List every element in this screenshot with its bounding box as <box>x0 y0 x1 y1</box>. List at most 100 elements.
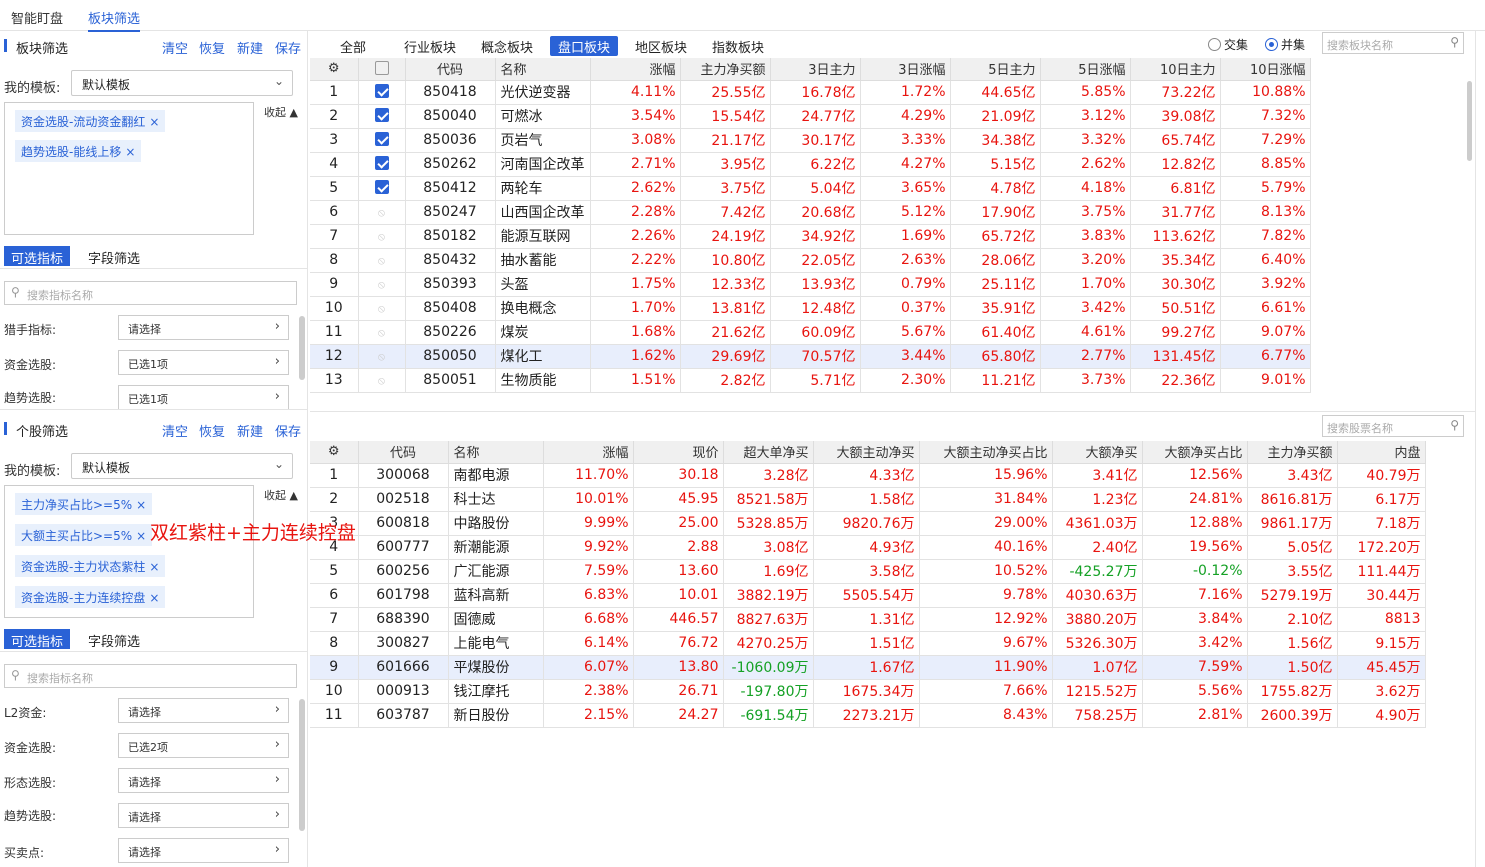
stock-tab-fields[interactable]: 字段筛选 <box>88 631 140 650</box>
table-row[interactable]: 11 603787 新日股份 2.15% 24.27 -691.54万 2273.21万 8.… <box>310 703 1426 728</box>
stock-restore-button[interactable]: 恢复 <box>199 421 225 440</box>
radio-union[interactable]: 并集 <box>1265 36 1305 53</box>
category-tab-concept[interactable]: 概念板块 <box>473 36 541 56</box>
stock-collapse-toggle[interactable]: 收起 ▲ <box>264 487 298 503</box>
block-template-select[interactable]: 默认模板 ⌄ <box>71 70 293 96</box>
table-row[interactable]: 1 850418 光伏逆变器 4.11% 25.55亿 16.78亿 1.72% 44.65亿… <box>310 80 1311 105</box>
col-header[interactable]: 大额主动净买占比 <box>919 441 1053 464</box>
block-tag-1[interactable]: 资金选股-流动资金翻红 × <box>15 110 166 132</box>
row-checkbox[interactable]: ⦸ <box>358 368 406 393</box>
stock-picker-trend[interactable]: 请选择 › <box>118 803 289 828</box>
category-tab-all[interactable]: 全部 <box>332 36 374 56</box>
table-row[interactable]: 4 600777 新潮能源 9.92% 2.88 3.08亿 4.93亿 40.16% 2.40… <box>310 535 1426 560</box>
block-collapse-toggle[interactable]: 收起 ▲ <box>264 104 298 120</box>
category-tab-industry[interactable]: 行业板块 <box>396 36 464 56</box>
table-row[interactable]: 8 300827 上能电气 6.14% 76.72 4270.25万 1.51亿 9.67% 5… <box>310 631 1426 656</box>
table-row[interactable]: 2 002518 科士达 10.01% 45.95 8521.58万 1.58亿 31.84%… <box>310 487 1426 512</box>
table-row[interactable]: 11 ⦸ 850226 煤炭 1.68% 21.62亿 60.09亿 5.67% 61.40亿 4… <box>310 320 1311 345</box>
block-clear-button[interactable]: 清空 <box>162 38 188 57</box>
col-header[interactable]: 大额主动净买 <box>813 441 920 464</box>
row-checkbox[interactable]: ⦸ <box>358 296 406 321</box>
table-row[interactable]: 6 601798 蓝科高新 6.83% 10.01 3882.19万 5505.54万 9.7… <box>310 583 1426 608</box>
table-row[interactable]: 5 850412 两轮车 2.62% 3.75亿 5.04亿 3.65% 4.78亿 4.18%… <box>310 176 1311 201</box>
settings-icon[interactable]: ⚙ <box>310 441 359 464</box>
col-header[interactable]: 主力净买额 <box>1247 441 1338 464</box>
close-icon[interactable]: × <box>149 591 159 605</box>
block-indicator-search-input[interactable]: ⚲ 搜索指标名称 <box>4 281 297 305</box>
table-row[interactable]: 9 601666 平煤股份 6.07% 13.80 -1060.09万 1.67亿 11.90… <box>310 655 1426 680</box>
row-checkbox[interactable]: ⦸ <box>358 272 406 297</box>
category-tab-board[interactable]: 盘口板块 <box>550 36 619 56</box>
stock-picker-buysell[interactable]: 请选择 › <box>118 838 289 863</box>
table-row[interactable]: 8 ⦸ 850432 抽水蓄能 2.22% 10.80亿 22.05亿 2.63% 28.06亿… <box>310 248 1311 273</box>
close-icon[interactable]: × <box>125 145 135 159</box>
col-header[interactable]: 代码 <box>405 58 496 81</box>
table-row[interactable]: 4 850262 河南国企改革 2.71% 3.95亿 6.22亿 4.27% 5.15亿 2.… <box>310 152 1311 177</box>
col-header[interactable]: 名称 <box>448 441 544 464</box>
col-header[interactable]: 代码 <box>358 441 449 464</box>
col-header[interactable]: 内盘 <box>1337 441 1426 464</box>
col-header[interactable]: 10日主力 <box>1130 58 1221 81</box>
stock-save-button[interactable]: 保存 <box>275 421 301 440</box>
close-icon[interactable]: × <box>149 115 159 129</box>
col-header[interactable]: 3日涨幅 <box>860 58 951 81</box>
select-all-checkbox[interactable] <box>358 58 406 81</box>
table-row[interactable]: 5 600256 广汇能源 7.59% 13.60 1.69亿 3.58亿 10.52% -42… <box>310 559 1426 584</box>
col-header[interactable]: 大额净买 <box>1052 441 1143 464</box>
block-table-scrollbar[interactable] <box>1467 81 1472 161</box>
row-checkbox[interactable]: ⦸ <box>358 200 406 225</box>
stock-tab-indicators[interactable]: 可选指标 <box>4 629 71 650</box>
close-icon[interactable]: × <box>136 529 146 543</box>
stock-picker-shape[interactable]: 请选择 › <box>118 768 289 793</box>
table-row[interactable]: 10 000913 钱江摩托 2.38% 26.71 -197.80万 1675.34万 7.… <box>310 679 1426 704</box>
category-tab-index[interactable]: 指数板块 <box>704 36 772 56</box>
col-header[interactable]: 5日主力 <box>950 58 1041 81</box>
stock-tag-3[interactable]: 资金选股-主力状态紫柱 × <box>15 555 166 577</box>
table-row[interactable]: 1 300068 南都电源 11.70% 30.18 3.28亿 4.33亿 15.96% 3.… <box>310 463 1426 488</box>
stock-indicator-scrollbar[interactable] <box>299 699 305 831</box>
table-row[interactable]: 13 ⦸ 850051 生物质能 1.51% 2.82亿 5.71亿 2.30% 11.21亿 3… <box>310 368 1311 393</box>
settings-icon[interactable]: ⚙ <box>310 58 359 81</box>
block-tab-indicators[interactable]: 可选指标 <box>4 246 71 267</box>
row-checkbox[interactable] <box>358 80 406 105</box>
col-header[interactable]: 10日涨幅 <box>1220 58 1311 81</box>
close-icon[interactable]: × <box>149 560 159 574</box>
col-header[interactable]: 名称 <box>495 58 591 81</box>
block-new-button[interactable]: 新建 <box>237 38 263 57</box>
block-indicator-scrollbar[interactable] <box>299 316 305 380</box>
table-row[interactable]: 10 ⦸ 850408 换电概念 1.70% 13.81亿 12.48亿 0.37% 35.91… <box>310 296 1311 321</box>
block-save-button[interactable]: 保存 <box>275 38 301 57</box>
stock-clear-button[interactable]: 清空 <box>162 421 188 440</box>
stock-indicator-search-input[interactable]: ⚲ 搜索指标名称 <box>4 664 297 688</box>
stock-tag-1[interactable]: 主力净买占比>=5% × <box>15 493 153 515</box>
col-header[interactable]: 超大单净买 <box>723 441 814 464</box>
stock-tag-2[interactable]: 大额主买占比>=5% × <box>15 524 153 546</box>
table-row[interactable]: 2 850040 可燃冰 3.54% 15.54亿 24.77亿 4.29% 21.09亿 3.… <box>310 104 1311 129</box>
row-checkbox[interactable] <box>358 176 406 201</box>
stock-template-select[interactable]: 默认模板 ⌄ <box>71 453 293 479</box>
table-row[interactable]: 3 600818 中路股份 9.99% 25.00 5328.85万 9820.76万 29.… <box>310 511 1426 536</box>
table-row[interactable]: 7 ⦸ 850182 能源互联网 2.26% 24.19亿 34.92亿 1.69% 65.72… <box>310 224 1311 249</box>
tab-block-filter[interactable]: 板块筛选 <box>88 8 141 32</box>
col-header[interactable]: 3日主力 <box>770 58 861 81</box>
row-checkbox[interactable]: ⦸ <box>358 320 406 345</box>
stock-search-input[interactable]: 搜索股票名称 ⚲ <box>1322 415 1464 437</box>
table-row[interactable]: 6 ⦸ 850247 山西国企改革 2.28% 7.42亿 20.68亿 5.12% 17.90… <box>310 200 1311 225</box>
row-checkbox[interactable] <box>358 104 406 129</box>
col-header[interactable]: 大额净买占比 <box>1142 441 1248 464</box>
col-header[interactable]: 现价 <box>633 441 724 464</box>
block-tag-2[interactable]: 趋势选股-能线上移 × <box>15 140 142 162</box>
block-picker-trend[interactable]: 已选1项 › <box>118 385 289 410</box>
category-tab-region[interactable]: 地区板块 <box>627 36 695 56</box>
tab-smart-watch[interactable]: 智能盯盘 <box>11 8 63 27</box>
block-picker-fund[interactable]: 已选1项 › <box>118 350 289 375</box>
radio-intersection[interactable]: 交集 <box>1208 36 1248 53</box>
block-restore-button[interactable]: 恢复 <box>199 38 225 57</box>
row-checkbox[interactable]: ⦸ <box>358 344 406 369</box>
close-icon[interactable]: × <box>136 498 146 512</box>
table-row[interactable]: 9 ⦸ 850393 头盔 1.75% 12.33亿 13.93亿 0.79% 25.11亿 1.… <box>310 272 1311 297</box>
block-search-input[interactable]: 搜索板块名称 ⚲ <box>1322 32 1464 54</box>
stock-picker-l2[interactable]: 请选择 › <box>118 698 289 723</box>
block-picker-hunter[interactable]: 请选择 › <box>118 315 289 340</box>
col-header[interactable]: 涨幅 <box>543 441 634 464</box>
